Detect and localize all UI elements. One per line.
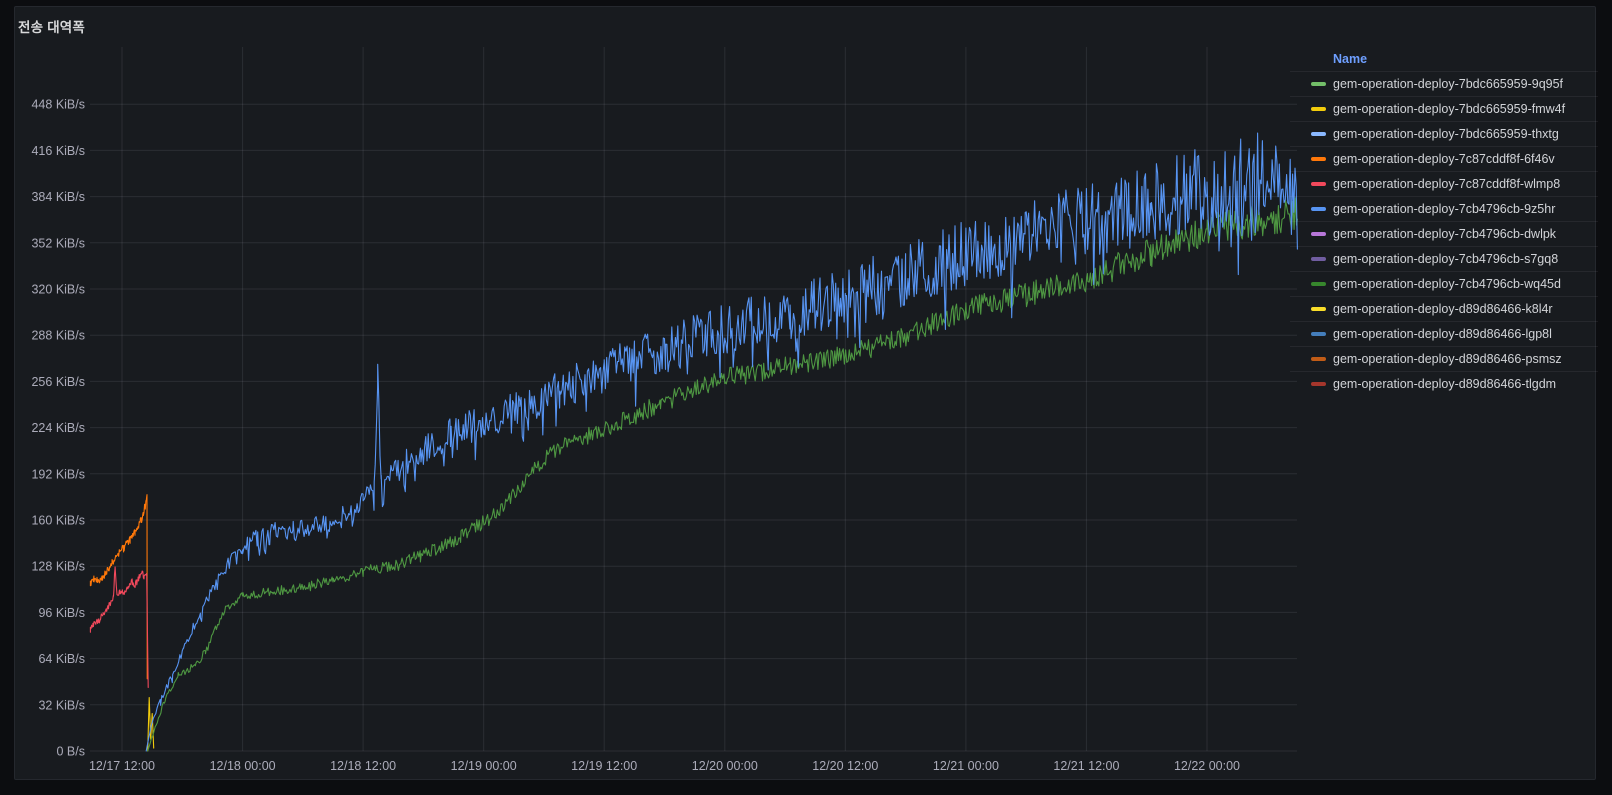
series-color-swatch <box>1311 357 1326 361</box>
legend-series-name: gem-operation-deploy-d89d86466-tlgdm <box>1333 377 1556 391</box>
series-line-red-short-line <box>90 567 148 688</box>
legend: Name gem-operation-deploy-7bdc665959-9q9… <box>1290 48 1598 396</box>
legend-row[interactable]: gem-operation-deploy-7cb4796cb-9z5hr <box>1290 196 1598 221</box>
legend-row[interactable]: gem-operation-deploy-7c87cddf8f-6f46v <box>1290 146 1598 171</box>
legend-series-name: gem-operation-deploy-7c87cddf8f-wlmp8 <box>1333 177 1560 191</box>
legend-row[interactable]: gem-operation-deploy-d89d86466-lgp8l <box>1290 321 1598 346</box>
legend-series-name: gem-operation-deploy-7bdc665959-9q95f <box>1333 77 1563 91</box>
legend-series-name: gem-operation-deploy-d89d86466-k8l4r <box>1333 302 1553 316</box>
y-tick-label: 128 KiB/s <box>31 560 85 574</box>
legend-rows: gem-operation-deploy-7bdc665959-9q95f gem… <box>1290 71 1598 396</box>
series-color-swatch <box>1311 207 1326 211</box>
legend-row[interactable]: gem-operation-deploy-7cb4796cb-s7gq8 <box>1290 246 1598 271</box>
y-tick-label: 192 KiB/s <box>31 467 85 481</box>
y-tick-label: 0 B/s <box>57 745 86 759</box>
x-tick-label: 12/18 00:00 <box>210 759 276 773</box>
series-color-swatch <box>1311 157 1326 161</box>
legend-row[interactable]: gem-operation-deploy-7bdc665959-9q95f <box>1290 71 1598 96</box>
legend-row[interactable]: gem-operation-deploy-d89d86466-k8l4r <box>1290 296 1598 321</box>
y-tick-label: 384 KiB/s <box>31 190 85 204</box>
legend-series-name: gem-operation-deploy-7cb4796cb-dwlpk <box>1333 227 1556 241</box>
x-tick-label: 12/21 00:00 <box>933 759 999 773</box>
x-tick-label: 12/21 12:00 <box>1053 759 1119 773</box>
legend-series-name: gem-operation-deploy-7cb4796cb-wq45d <box>1333 277 1561 291</box>
legend-row[interactable]: gem-operation-deploy-7bdc665959-fmw4f <box>1290 96 1598 121</box>
legend-header-name[interactable]: Name <box>1290 48 1598 71</box>
y-tick-label: 416 KiB/s <box>31 144 85 158</box>
x-tick-label: 12/20 00:00 <box>692 759 758 773</box>
y-tick-label: 256 KiB/s <box>31 375 85 389</box>
legend-series-name: gem-operation-deploy-7bdc665959-fmw4f <box>1333 102 1565 116</box>
series-color-swatch <box>1311 282 1326 286</box>
legend-row[interactable]: gem-operation-deploy-7cb4796cb-wq45d <box>1290 271 1598 296</box>
y-tick-label: 160 KiB/s <box>31 514 85 528</box>
legend-row[interactable]: gem-operation-deploy-d89d86466-psmsz <box>1290 346 1598 371</box>
series-line-orange-short-line <box>90 495 147 679</box>
series-color-swatch <box>1311 232 1326 236</box>
legend-series-name: gem-operation-deploy-7cb4796cb-9z5hr <box>1333 202 1555 216</box>
y-tick-label: 32 KiB/s <box>38 698 85 712</box>
x-tick-label: 12/20 12:00 <box>812 759 878 773</box>
grafana-dashboard: 전송 대역폭 0 B/s32 KiB/s64 KiB/s96 KiB/s128 … <box>0 0 1612 795</box>
x-tick-label: 12/22 00:00 <box>1174 759 1240 773</box>
series-color-swatch <box>1311 332 1326 336</box>
series-color-swatch <box>1311 82 1326 86</box>
y-tick-label: 352 KiB/s <box>31 236 85 250</box>
series-color-swatch <box>1311 307 1326 311</box>
legend-series-name: gem-operation-deploy-7bdc665959-thxtg <box>1333 127 1559 141</box>
series-color-swatch <box>1311 107 1326 111</box>
legend-series-name: gem-operation-deploy-7c87cddf8f-6f46v <box>1333 152 1555 166</box>
y-tick-label: 320 KiB/s <box>31 283 85 297</box>
x-tick-label: 12/19 12:00 <box>571 759 637 773</box>
y-tick-label: 448 KiB/s <box>31 98 85 112</box>
legend-row[interactable]: gem-operation-deploy-7c87cddf8f-wlmp8 <box>1290 171 1598 196</box>
x-tick-label: 12/17 12:00 <box>89 759 155 773</box>
y-tick-label: 288 KiB/s <box>31 329 85 343</box>
series-color-swatch <box>1311 182 1326 186</box>
y-tick-label: 96 KiB/s <box>38 606 85 620</box>
legend-series-name: gem-operation-deploy-d89d86466-psmsz <box>1333 352 1562 366</box>
series-color-swatch <box>1311 132 1326 136</box>
legend-series-name: gem-operation-deploy-d89d86466-lgp8l <box>1333 327 1552 341</box>
series-color-swatch <box>1311 257 1326 261</box>
series-color-swatch <box>1311 382 1326 386</box>
y-tick-label: 64 KiB/s <box>38 652 85 666</box>
legend-row[interactable]: gem-operation-deploy-7bdc665959-thxtg <box>1290 121 1598 146</box>
legend-series-name: gem-operation-deploy-7cb4796cb-s7gq8 <box>1333 252 1558 266</box>
legend-row[interactable]: gem-operation-deploy-7cb4796cb-dwlpk <box>1290 221 1598 246</box>
legend-row[interactable]: gem-operation-deploy-d89d86466-tlgdm <box>1290 371 1598 396</box>
series-line-green-main-line <box>148 198 1298 751</box>
x-tick-label: 12/18 12:00 <box>330 759 396 773</box>
y-tick-label: 224 KiB/s <box>31 421 85 435</box>
x-tick-label: 12/19 00:00 <box>451 759 517 773</box>
